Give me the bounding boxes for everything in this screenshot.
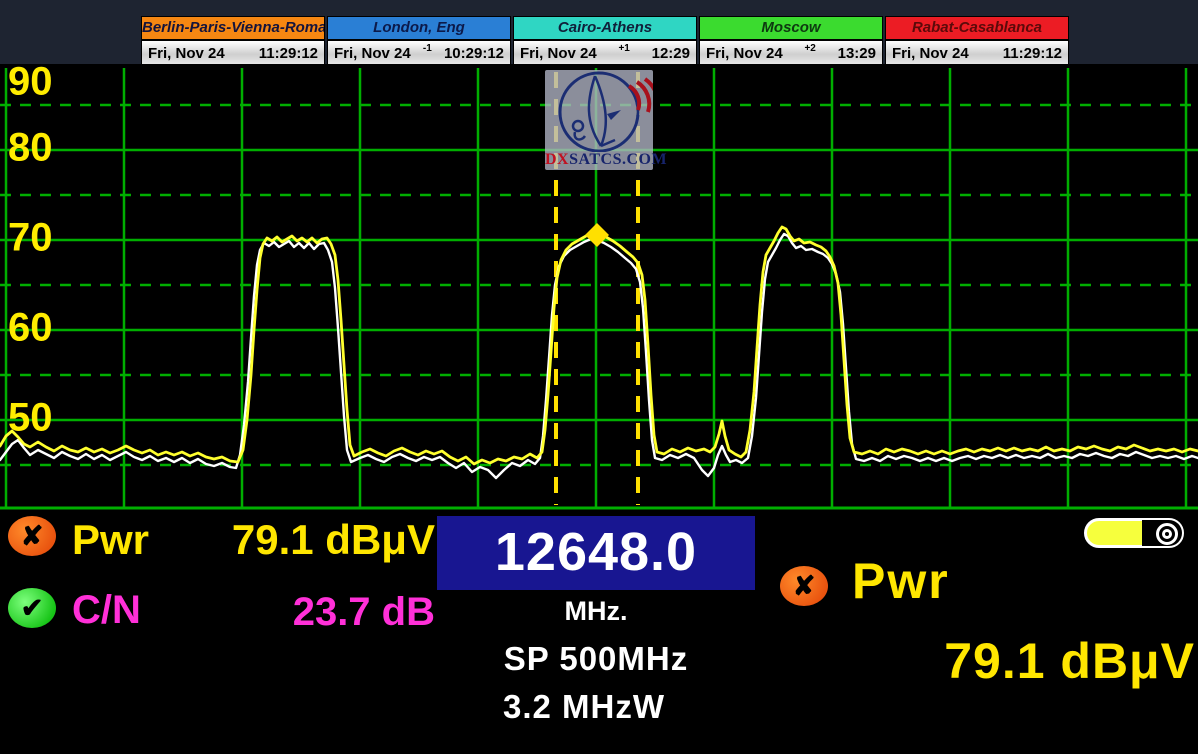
- y-axis-label: 50: [8, 396, 53, 440]
- measurement-panel: ✘ Pwr 79.1 dBμV ✔ C/N 23.7 dB 12648.0 MH…: [0, 512, 1198, 754]
- clock-column: London, EngFri, Nov 24-110:29:12: [327, 16, 511, 66]
- clock-time-row: Fri, Nov 24+213:29: [700, 41, 882, 65]
- clock-time-value: 11:29:12: [259, 45, 318, 62]
- dxsatcs-logo-watermark: DXSATCS.COM: [545, 70, 653, 170]
- clock-time-value: 13:29: [838, 45, 876, 62]
- clock-column: Rabat-Casablanca Fri, Nov 24 11:29:12: [885, 16, 1069, 66]
- world-clock-bar: Berlin-Paris-Vienna-Roma Fri, Nov 24 11:29…: [0, 0, 1198, 64]
- cn-label: C/N: [72, 588, 141, 633]
- spectrum-plot: 90 80 70 60 50 DXSATCS.COM: [0, 64, 1198, 512]
- clock-time-row: Fri, Nov 24-110:29:12: [328, 41, 510, 65]
- clock-city-label: Rabat-Casablanca: [886, 17, 1068, 41]
- cn-status-check-icon: ✔: [8, 588, 56, 628]
- clock-time-value: 11:29:12: [1003, 45, 1062, 62]
- right-pwr-value: 79.1 dBμV: [820, 632, 1195, 690]
- satmeter-screen: Berlin-Paris-Vienna-Roma Fri, Nov 24 11:29…: [0, 0, 1198, 754]
- x-glyph: ✘: [793, 571, 816, 602]
- clock-time-row: Fri, Nov 24 11:29:12: [886, 41, 1068, 65]
- y-axis-label: 70: [8, 216, 53, 260]
- toggle-knob-dot: [1162, 529, 1172, 539]
- span-readout: SP 500MHz: [437, 640, 755, 678]
- dxsatcs-logo-text: DXSATCS.COM: [545, 151, 653, 169]
- bandwidth-readout: 3.2 MHzW: [425, 688, 743, 726]
- clock-date: Fri, Nov 24: [334, 45, 411, 62]
- check-glyph: ✔: [21, 593, 44, 624]
- power-toggle-switch[interactable]: [1084, 518, 1184, 548]
- y-axis-label: 80: [8, 126, 53, 170]
- clock-date: Fri, Nov 24: [892, 45, 969, 62]
- pwr-status-x-icon: ✘: [8, 516, 56, 556]
- right-pwr-label: Pwr: [852, 552, 950, 610]
- clock-date: Fri, Nov 24: [706, 45, 783, 62]
- x-glyph: ✘: [21, 521, 44, 552]
- dxsatcs-logo-icon: [545, 70, 653, 152]
- clock-city-label: Cairo-Athens: [514, 17, 696, 41]
- clock-city-label: Moscow: [700, 17, 882, 41]
- y-axis-label: 60: [8, 306, 53, 350]
- logo-text-dx: DX: [545, 151, 569, 168]
- clock-time-value: 10:29:12: [444, 45, 504, 62]
- pwr-label: Pwr: [72, 516, 149, 564]
- clock-strip: Berlin-Paris-Vienna-Roma Fri, Nov 24 11:29…: [141, 16, 1069, 66]
- frequency-display[interactable]: 12648.0: [437, 516, 755, 590]
- right-pwr-x-icon: ✘: [780, 566, 828, 606]
- clock-column: MoscowFri, Nov 24+213:29: [699, 16, 883, 66]
- clock-date: Fri, Nov 24: [148, 45, 225, 62]
- clock-date: Fri, Nov 24: [520, 45, 597, 62]
- clock-time-row: Fri, Nov 24+112:29: [514, 41, 696, 65]
- pwr-value: 79.1 dBμV: [150, 516, 435, 564]
- clock-city-label: London, Eng: [328, 17, 510, 41]
- clock-city-label: Berlin-Paris-Vienna-Roma: [142, 17, 324, 41]
- cn-value: 23.7 dB: [150, 590, 435, 635]
- logo-text-rest: SATCS.COM: [569, 151, 667, 168]
- clock-utc-offset: -1: [411, 43, 444, 54]
- clock-column: Berlin-Paris-Vienna-Roma Fri, Nov 24 11:29…: [141, 16, 325, 66]
- clock-utc-offset: +1: [597, 43, 652, 54]
- clock-column: Cairo-AthensFri, Nov 24+112:29: [513, 16, 697, 66]
- clock-utc-offset: +2: [783, 43, 838, 54]
- clock-time-value: 12:29: [652, 45, 690, 62]
- y-axis-label: 90: [8, 64, 53, 104]
- clock-time-row: Fri, Nov 24 11:29:12: [142, 41, 324, 65]
- frequency-unit: MHz.: [437, 596, 755, 627]
